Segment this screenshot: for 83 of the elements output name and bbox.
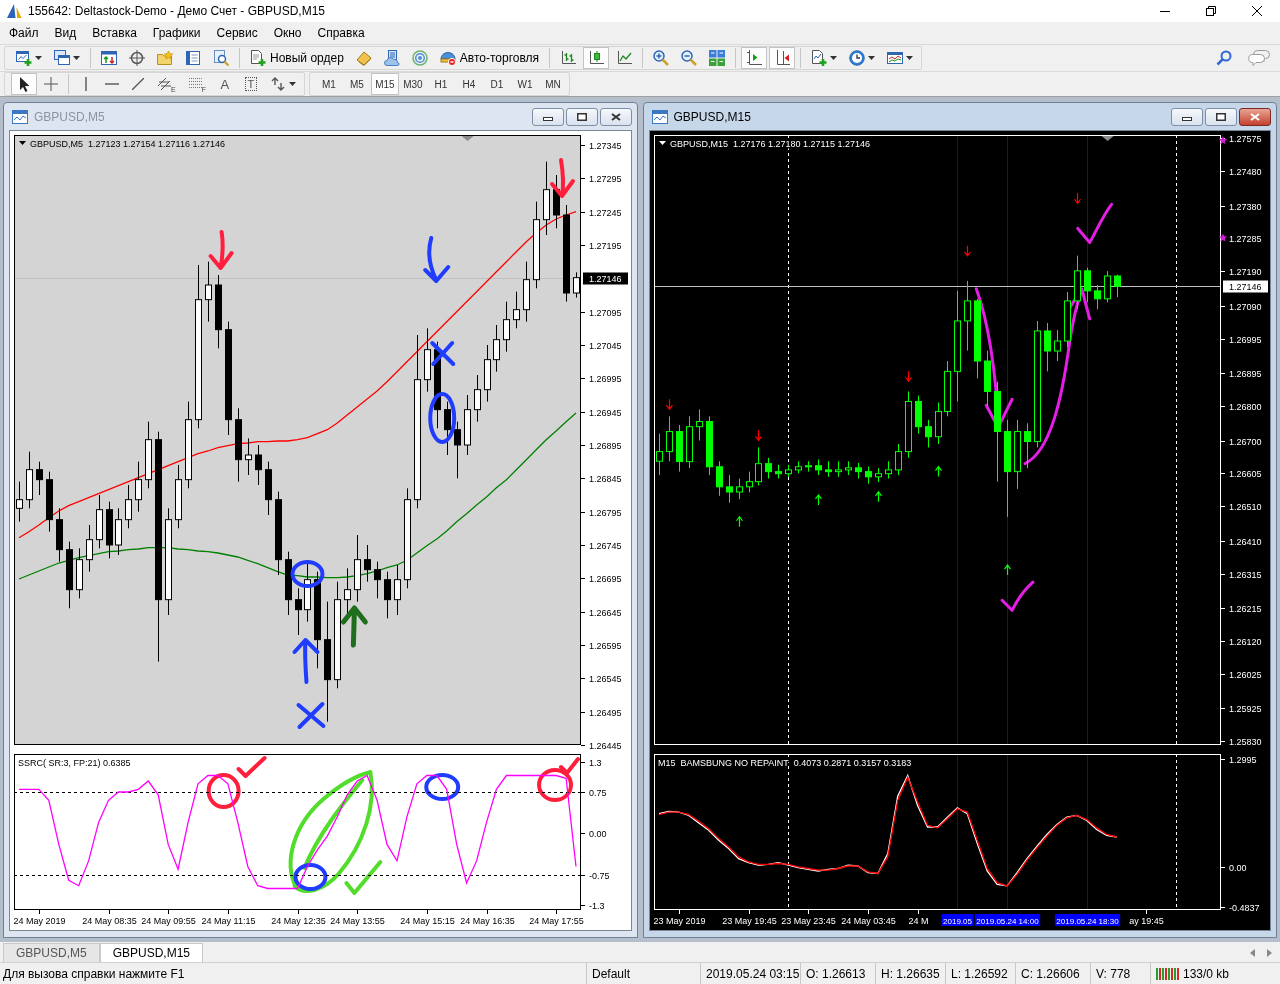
scale-label: 1.2995 bbox=[1228, 755, 1257, 765]
time-label: 24 May 08:35 bbox=[82, 916, 137, 926]
price-label: 1.26215 bbox=[1228, 604, 1262, 614]
chart-window-title: GBPUSD,M5 bbox=[34, 109, 105, 124]
time-marker-label: 2019.05.24 14:00 bbox=[974, 914, 1040, 926]
time-label: 24 May 2019 bbox=[13, 916, 66, 926]
time-label: 23 May 23:45 bbox=[780, 916, 836, 926]
price-label: 1.27295 bbox=[589, 174, 622, 184]
scale-label: 0.75 bbox=[589, 788, 607, 798]
price-label: 1.27245 bbox=[589, 208, 622, 218]
time-label: 24 May 11:15 bbox=[201, 916, 256, 926]
price-label: 1.26545 bbox=[589, 674, 622, 684]
price-label: 1.26605 bbox=[1228, 469, 1262, 479]
time-label: 24 May 15:15 bbox=[400, 916, 455, 926]
price-label: 1.26800 bbox=[1228, 402, 1262, 412]
price-label: 1.26445 bbox=[589, 741, 622, 751]
help-text: Для вызова справки нажмите F1 bbox=[2, 965, 186, 983]
price-label: 1.26645 bbox=[589, 608, 622, 618]
price-label: 1.26895 bbox=[1228, 369, 1262, 379]
indicator-label: SSRC( SR:3, FP:21) 0.6385 bbox=[18, 758, 131, 768]
time-label: 24 May 13:55 bbox=[330, 916, 385, 926]
chart-window-title: GBPUSD,M15 bbox=[673, 109, 751, 124]
price-label: 1.26700 bbox=[1228, 437, 1262, 447]
price-label: 1.26845 bbox=[589, 474, 622, 484]
price-label: 1.27095 bbox=[589, 308, 622, 318]
current-price-label: 1.27146 bbox=[1222, 280, 1268, 293]
low-price: L: 1.26592 bbox=[945, 963, 1015, 984]
price-label: 1.26995 bbox=[589, 374, 622, 384]
scale-label: 0.00 bbox=[1228, 863, 1247, 873]
price-label: 1.27045 bbox=[589, 341, 622, 351]
high-price: H: 1.26635 bbox=[875, 963, 945, 984]
open-price: O: 1.26613 bbox=[800, 963, 875, 984]
time-marker-label: 2019.05 bbox=[941, 914, 973, 926]
price-label: 1.25830 bbox=[1228, 737, 1262, 747]
time-label: 24 May 16:35 bbox=[460, 916, 515, 926]
price-label: 1.27195 bbox=[589, 241, 622, 251]
scale-label: -0.75 bbox=[589, 871, 610, 881]
price-label: 1.27380 bbox=[1228, 202, 1262, 212]
price-label: 1.27190 bbox=[1228, 267, 1262, 277]
time-label: 24 May 03:45 bbox=[840, 916, 896, 926]
price-label: 1.27090 bbox=[1228, 302, 1262, 312]
price-label: 1.26945 bbox=[589, 408, 622, 418]
time-label: 23 May 19:45 bbox=[721, 916, 777, 926]
scale-label: -1.3 bbox=[589, 901, 605, 911]
time-label: 24 M bbox=[908, 916, 928, 926]
price-label: 1.26895 bbox=[589, 441, 622, 451]
price-label: 1.26695 bbox=[589, 574, 622, 584]
price-label: 1.26510 bbox=[1228, 502, 1262, 512]
time-label: ay 19:45 bbox=[1128, 916, 1164, 926]
profile-name: Default bbox=[586, 963, 700, 984]
window-title: 155642: Deltastock-Demo - Демо Счет - GBPUSD,M15 bbox=[28, 4, 327, 18]
price-label: 1.25925 bbox=[1228, 704, 1262, 714]
price-label: 1.26795 bbox=[589, 508, 622, 518]
current-price-label: 1.27146 bbox=[583, 272, 628, 285]
ref-line-label: 1.27146 bbox=[589, 274, 622, 284]
traffic-value: 133/0 kb bbox=[1183, 966, 1230, 981]
scale-label: 1.3 bbox=[589, 758, 602, 768]
price-label: 1.26495 bbox=[589, 708, 622, 718]
price-label: 1.26595 bbox=[589, 641, 622, 651]
price-label: 1.26410 bbox=[1228, 537, 1262, 547]
price-label: 1.26745 bbox=[589, 541, 622, 551]
close-price: C: 1.26606 bbox=[1015, 963, 1090, 984]
price-label: 1.27345 bbox=[589, 141, 622, 151]
price-label: 1.26995 bbox=[1228, 335, 1262, 345]
indicator-label: M15 BAMSBUNG NO REPAINT 0.4073 0.2871 0.3157 0.3183 bbox=[657, 758, 911, 768]
price-label: 1.27575 bbox=[1228, 134, 1262, 144]
scale-label: -0.4837 bbox=[1228, 903, 1260, 913]
time-label: 24 May 12:35 bbox=[271, 916, 326, 926]
price-label: 1.26025 bbox=[1228, 670, 1262, 680]
chart-info-label: GBPUSD,M5 1.27123 1.27154 1.27116 1.27146 bbox=[30, 139, 225, 149]
volume-value: V: 778 bbox=[1090, 963, 1150, 984]
price-label: 1.27285 bbox=[1228, 234, 1262, 244]
time-label: 24 May 09:55 bbox=[141, 916, 196, 926]
bar-time: 2019.05.24 03:15 bbox=[700, 963, 800, 984]
scale-label: 0.00 bbox=[589, 829, 607, 839]
time-marker-label: 2019.05.24 18:30 bbox=[1054, 914, 1120, 926]
time-label: 24 May 17:55 bbox=[529, 916, 584, 926]
price-label: 1.26120 bbox=[1228, 637, 1262, 647]
price-label: 1.26315 bbox=[1228, 570, 1262, 580]
ref-line-label: 1.27146 bbox=[1228, 282, 1262, 292]
time-label: 23 May 2019 bbox=[653, 916, 705, 926]
chart-info-label: GBPUSD,M15 1.27176 1.27180 1.27115 1.27146 bbox=[669, 139, 870, 149]
price-label: 1.27480 bbox=[1228, 167, 1262, 177]
